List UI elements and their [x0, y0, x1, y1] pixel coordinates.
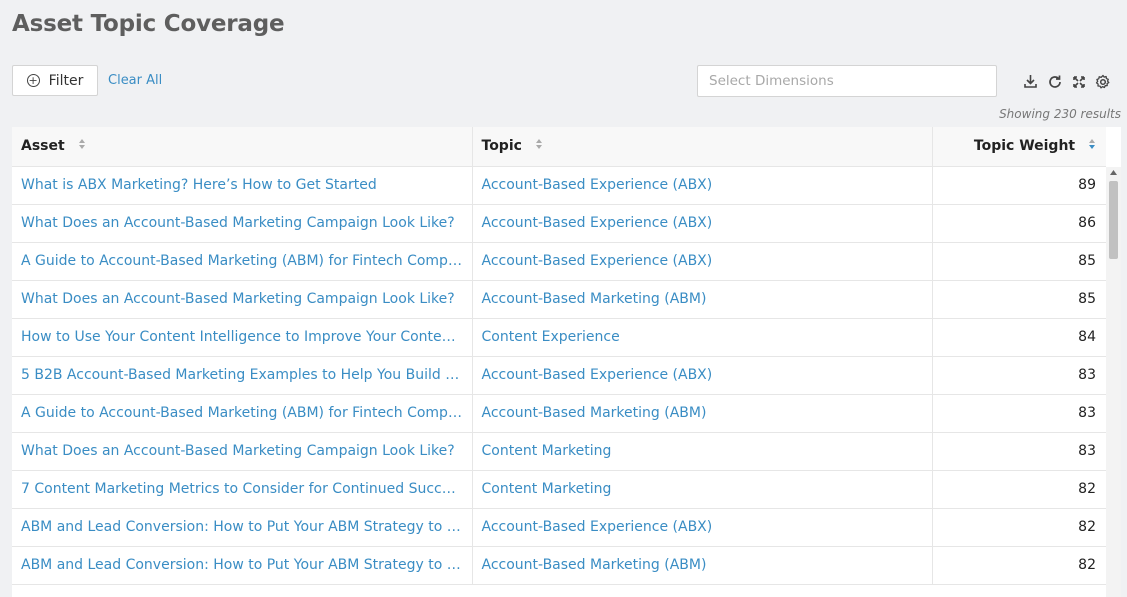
topic-weight-value: 84: [932, 318, 1106, 357]
toolbar-icons: [1022, 73, 1111, 90]
column-header-asset[interactable]: Asset: [12, 127, 473, 167]
results-count: Showing 230 results: [999, 107, 1121, 121]
topic-link[interactable]: Content Marketing: [472, 432, 933, 471]
topic-link[interactable]: Account-Based Experience (ABX): [472, 166, 933, 205]
topic-link[interactable]: Account-Based Experience (ABX): [472, 204, 933, 243]
topic-weight-value: 82: [932, 470, 1106, 509]
topic-link[interactable]: Account-Based Experience (ABX): [472, 508, 933, 547]
topic-link[interactable]: Account-Based Marketing (ABM): [472, 546, 933, 585]
topic-link[interactable]: Account-Based Marketing (ABM): [472, 394, 933, 433]
download-icon[interactable]: [1022, 73, 1039, 90]
scroll-up-arrow-icon[interactable]: [1110, 170, 1117, 175]
topic-weight-value: 85: [932, 242, 1106, 281]
table-header-row: Asset Topic Topic Weight: [12, 127, 1106, 167]
table-row[interactable]: 5 B2B Account-Based Marketing Examples t…: [12, 356, 1106, 395]
expand-icon[interactable]: [1070, 73, 1087, 90]
asset-link[interactable]: How to Use Your Content Intelligence to …: [12, 318, 473, 357]
vertical-scrollbar[interactable]: [1106, 167, 1121, 597]
plus-circle-icon: +: [26, 74, 40, 87]
refresh-icon[interactable]: [1046, 73, 1063, 90]
topic-weight-value: 89: [932, 166, 1106, 205]
column-header-topic[interactable]: Topic: [472, 127, 933, 167]
topic-weight-value: 83: [932, 432, 1106, 471]
filter-label: Filter: [48, 72, 84, 89]
topic-weight-value: 82: [932, 546, 1106, 585]
topic-link[interactable]: Account-Based Experience (ABX): [472, 356, 933, 395]
topic-weight-value: 83: [932, 356, 1106, 395]
topic-weight-value: 82: [932, 508, 1106, 547]
asset-topic-table: Asset Topic Topic Weight What is ABX Mar…: [12, 127, 1121, 597]
sort-icon: [535, 138, 543, 154]
asset-link[interactable]: What Does an Account-Based Marketing Cam…: [12, 432, 473, 471]
asset-link[interactable]: What is ABX Marketing? Here’s How to Get…: [12, 166, 473, 205]
topic-weight-value: 85: [932, 280, 1106, 319]
table-row[interactable]: What is ABX Marketing? Here’s How to Get…: [12, 166, 1106, 205]
asset-link[interactable]: What Does an Account-Based Marketing Cam…: [12, 280, 473, 319]
scrollbar-thumb[interactable]: [1109, 181, 1118, 259]
topic-link[interactable]: Account-Based Experience (ABX): [472, 242, 933, 281]
asset-link[interactable]: 7 Content Marketing Metrics to Consider …: [12, 470, 473, 509]
asset-link[interactable]: ABM and Lead Conversion: How to Put Your…: [12, 546, 473, 585]
table-row[interactable]: How to Use Your Content Intelligence to …: [12, 318, 1106, 357]
gear-icon[interactable]: [1094, 73, 1111, 90]
table-row[interactable]: What Does an Account-Based Marketing Cam…: [12, 280, 1106, 319]
asset-link[interactable]: A Guide to Account-Based Marketing (ABM)…: [12, 394, 473, 433]
table-row[interactable]: ABM and Lead Conversion: How to Put Your…: [12, 508, 1106, 547]
table-row[interactable]: ABM and Lead Conversion: How to Put Your…: [12, 546, 1106, 585]
asset-link[interactable]: A Guide to Account-Based Marketing (ABM)…: [12, 242, 473, 281]
clear-all-link[interactable]: Clear All: [108, 73, 162, 88]
topic-weight-value: 83: [932, 394, 1106, 433]
table-row[interactable]: 7 Content Marketing Metrics to Consider …: [12, 470, 1106, 509]
asset-link[interactable]: 5 B2B Account-Based Marketing Examples t…: [12, 356, 473, 395]
topic-weight-value: 86: [932, 204, 1106, 243]
column-header-topic-weight[interactable]: Topic Weight: [932, 127, 1106, 167]
page-title: Asset Topic Coverage: [12, 11, 285, 37]
table-row[interactable]: A Guide to Account-Based Marketing (ABM)…: [12, 242, 1106, 281]
topic-link[interactable]: Content Experience: [472, 318, 933, 357]
select-dimensions-input[interactable]: Select Dimensions: [697, 65, 997, 97]
table-row[interactable]: What Does an Account-Based Marketing Cam…: [12, 432, 1106, 471]
asset-link[interactable]: What Does an Account-Based Marketing Cam…: [12, 204, 473, 243]
filter-button[interactable]: + Filter: [12, 65, 98, 96]
topic-link[interactable]: Account-Based Marketing (ABM): [472, 280, 933, 319]
table-row[interactable]: A Guide to Account-Based Marketing (ABM)…: [12, 394, 1106, 433]
sort-icon: [78, 138, 86, 154]
sort-desc-icon: [1088, 138, 1096, 154]
table-row[interactable]: What Does an Account-Based Marketing Cam…: [12, 204, 1106, 243]
topic-link[interactable]: Content Marketing: [472, 470, 933, 509]
asset-link[interactable]: ABM and Lead Conversion: How to Put Your…: [12, 508, 473, 547]
